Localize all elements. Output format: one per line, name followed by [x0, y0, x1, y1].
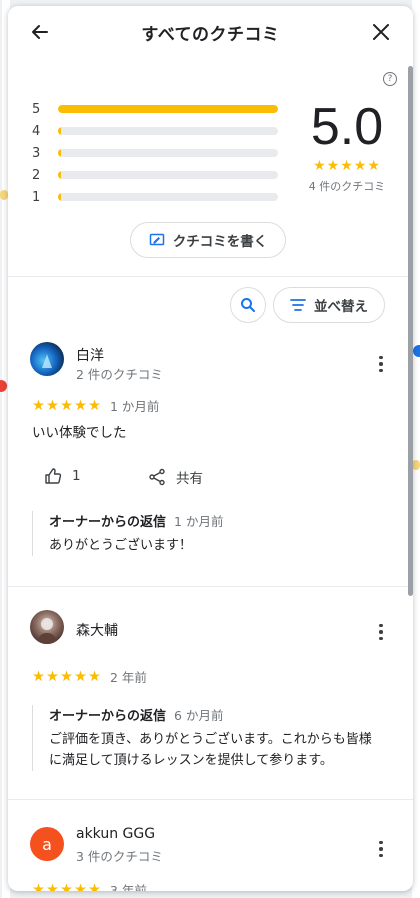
- rating-bar-fill: [58, 127, 61, 135]
- rating-bar-track: [58, 105, 278, 113]
- sort-button[interactable]: 並べ替え: [273, 287, 385, 323]
- review-rating: ★★★★★ 2 年前: [32, 667, 147, 686]
- review-item: 白洋 2 件のクチコミ ★★★★★ 1 か月前 いい体験でした 1 共有 オーナ…: [8, 339, 413, 589]
- more-options-button[interactable]: [371, 352, 391, 376]
- owner-reply-text: ありがとうございます！: [49, 538, 193, 553]
- review-time: 1 か月前: [110, 399, 160, 414]
- rating-bar-label: 1: [32, 189, 41, 205]
- average-score: 5.0: [310, 98, 384, 156]
- scrollbar[interactable]: [408, 66, 413, 596]
- share-icon: [149, 468, 165, 486]
- rating-bar-fill: [58, 171, 61, 179]
- review-item: a akkun GGG 3 件のクチコミ ★★★★★ 3 年前: [8, 824, 413, 891]
- map-marker[interactable]: [413, 345, 420, 357]
- close-button[interactable]: [367, 18, 395, 46]
- share-label: 共有: [176, 471, 203, 487]
- rating-bar-fill: [58, 193, 61, 201]
- avatar-letter: a: [42, 834, 52, 854]
- arrow-left-icon: [32, 25, 48, 39]
- rating-bar-label: 5: [32, 101, 41, 117]
- star-rating: ★★★★★: [32, 881, 102, 892]
- reviewer-name[interactable]: 森大輔: [76, 620, 118, 640]
- sort-icon: [290, 299, 306, 311]
- panel-header: すべてのクチコミ: [8, 6, 413, 58]
- star-rating: ★★★★★: [32, 668, 102, 685]
- rating-bar-fill: [58, 105, 278, 113]
- close-icon: [373, 24, 389, 40]
- owner-reply-title: オーナーからの返信: [49, 709, 167, 724]
- rating-bar-track: [58, 149, 278, 157]
- divider: [8, 799, 413, 800]
- like-button[interactable]: 1: [44, 467, 81, 485]
- back-button[interactable]: [26, 18, 54, 46]
- more-options-button[interactable]: [371, 620, 391, 644]
- rating-bar-track: [58, 193, 278, 201]
- reviewer-review-count: 3 件のクチコミ: [76, 849, 163, 864]
- rating-bar-track: [58, 127, 278, 135]
- map-road: [412, 0, 420, 898]
- reviews-panel: すべてのクチコミ ? 5 4 3 2 1 5.0 ★★★★★ 4 件のクチコミ …: [8, 6, 413, 891]
- rating-bar-fill: [58, 149, 61, 157]
- rating-bar-5: 5: [32, 98, 282, 120]
- owner-reply: オーナーからの返信 1 か月前 ありがとうございます！: [32, 511, 223, 556]
- avatar-image-icon: [42, 354, 52, 368]
- rating-distribution: 5 4 3 2 1: [32, 98, 282, 208]
- share-button[interactable]: 共有: [148, 467, 203, 487]
- rating-bar-label: 2: [32, 167, 41, 183]
- star-rating: ★★★★★: [32, 397, 102, 414]
- review-text: いい体験でした: [32, 425, 127, 441]
- more-options-button[interactable]: [371, 837, 391, 861]
- reviewer-name[interactable]: akkun GGG: [76, 826, 155, 842]
- owner-reply-text: ご評価を頂き、ありがとうございます。これからも皆様に満足して頂けるレッスンを提供…: [49, 732, 372, 768]
- review-rating: ★★★★★ 1 か月前: [32, 396, 159, 415]
- thumbs-up-icon: [45, 468, 62, 484]
- search-icon: [241, 298, 255, 312]
- map-road: [412, 460, 420, 470]
- owner-reply-title: オーナーからの返信: [49, 515, 167, 530]
- map-road: [0, 190, 8, 200]
- write-review-label: クチコミを書く: [172, 234, 268, 250]
- owner-reply: オーナーからの返信 6 か月前 ご評価を頂き、ありがとうございます。これからも皆様…: [32, 705, 372, 771]
- review-item: 森大輔 ★★★★★ 2 年前 オーナーからの返信 6 か月前 ご評価を頂き、ありが…: [8, 610, 413, 790]
- rating-bar-label: 3: [32, 145, 41, 161]
- help-icon[interactable]: ?: [383, 72, 397, 86]
- review-time: 2 年前: [110, 670, 147, 685]
- write-review-button[interactable]: クチコミを書く: [130, 222, 286, 258]
- sort-label: 並べ替え: [314, 299, 368, 315]
- rating-bar-label: 4: [32, 123, 41, 139]
- review-count: 4 件のクチコミ: [308, 180, 386, 193]
- divider: [8, 586, 413, 587]
- rating-bar-4: 4: [32, 120, 282, 142]
- edit-review-icon: [149, 233, 164, 246]
- owner-reply-time: 6 か月前: [174, 708, 224, 723]
- like-count: 1: [72, 468, 81, 484]
- rating-bar-1: 1: [32, 186, 282, 208]
- reviewer-name[interactable]: 白洋: [76, 345, 104, 365]
- divider: [8, 276, 413, 277]
- avatar-image-icon: [37, 618, 57, 644]
- star-rating: ★★★★★: [313, 158, 381, 174]
- review-rating: ★★★★★ 3 年前: [32, 880, 147, 892]
- rating-summary: 5.0 ★★★★★ 4 件のクチコミ: [302, 98, 392, 194]
- search-reviews-button[interactable]: [230, 287, 266, 323]
- rating-bar-3: 3: [32, 142, 282, 164]
- rating-bar-2: 2: [32, 164, 282, 186]
- owner-reply-time: 1 か月前: [174, 514, 224, 529]
- avatar[interactable]: [30, 342, 64, 376]
- avatar[interactable]: a: [30, 827, 64, 861]
- avatar[interactable]: [30, 610, 64, 644]
- rating-bar-track: [58, 171, 278, 179]
- page-title: すべてのクチコミ: [141, 24, 280, 45]
- reviewer-review-count: 2 件のクチコミ: [76, 367, 163, 382]
- review-time: 3 年前: [110, 883, 147, 891]
